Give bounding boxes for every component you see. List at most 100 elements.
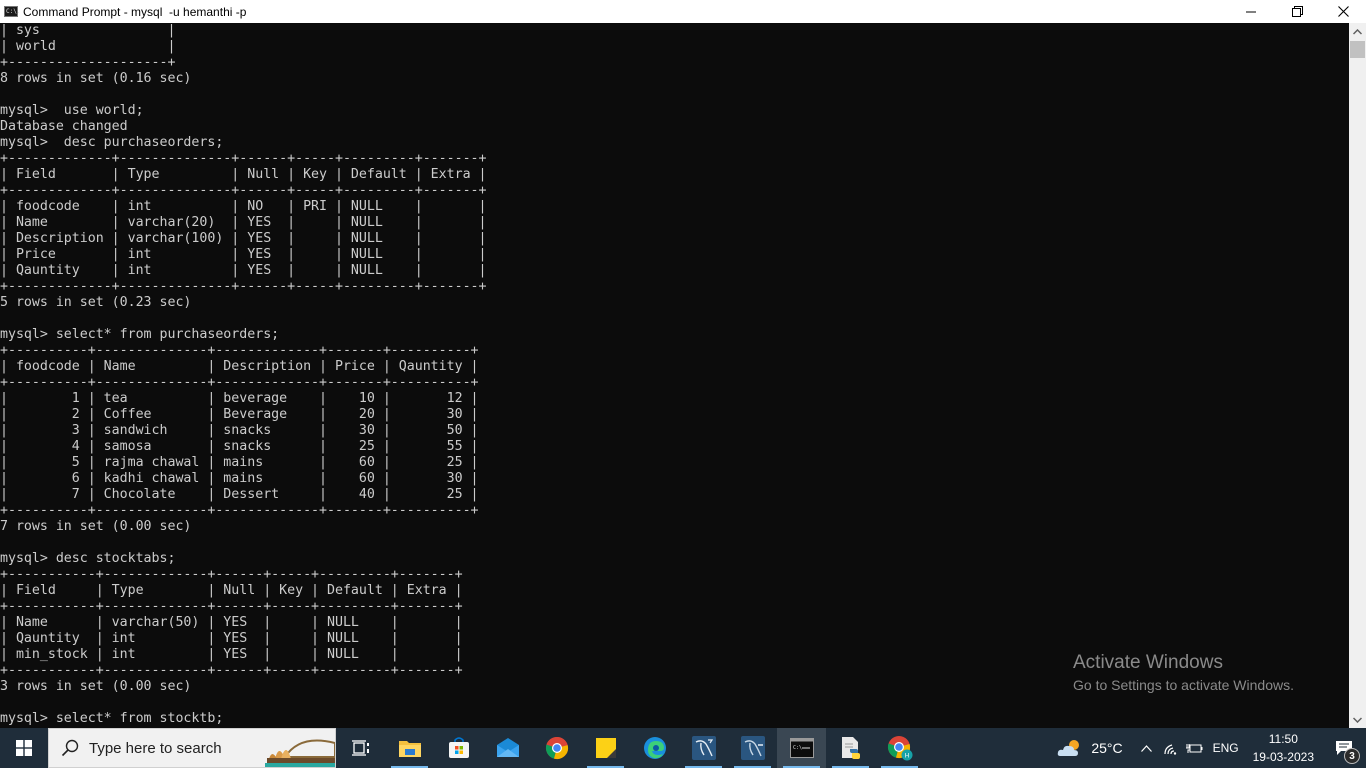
- window-title: Command Prompt - mysql -u hemanthi -p: [23, 4, 247, 19]
- close-button[interactable]: [1320, 0, 1366, 23]
- folder-icon: [398, 741, 421, 757]
- minimize-icon: [1246, 11, 1256, 12]
- task-view-button[interactable]: [336, 728, 385, 768]
- task-view-icon: [351, 740, 369, 756]
- python-file-icon: [841, 737, 860, 759]
- notification-count-badge: 3: [1344, 748, 1360, 764]
- minimize-button[interactable]: [1228, 0, 1274, 23]
- clock[interactable]: 11:50 19-03-2023: [1245, 728, 1322, 768]
- console-line: | 6 | kadhi chawal | mains | 60 | 30 |: [0, 471, 479, 486]
- watermark-title: Activate Windows: [1073, 652, 1223, 673]
- console-line: +-------------+--------------+------+---…: [0, 183, 487, 198]
- svg-text:H: H: [904, 753, 909, 760]
- console-line: Database changed: [0, 119, 128, 134]
- console-line: +-------------+--------------+------+---…: [0, 279, 487, 294]
- taskbar-app-mysql-workbench[interactable]: [679, 728, 728, 768]
- console-line: | Description | varchar(100) | YES | | N…: [0, 231, 487, 246]
- taskbar-app-mysql-shell[interactable]: [728, 728, 777, 768]
- console-line: | foodcode | int | NO | PRI | NULL | |: [0, 199, 487, 214]
- console-line: | Field | Type | Null | Key | Default | …: [0, 167, 487, 182]
- weather-widget[interactable]: 25°C: [1043, 728, 1134, 768]
- console-line: | sys |: [0, 23, 176, 38]
- windows-logo-icon: [16, 740, 32, 756]
- clock-time: 11:50: [1268, 732, 1298, 746]
- console-line: | 7 | Chocolate | Dessert | 40 | 25 |: [0, 487, 479, 502]
- search-highlight-sydney-icon: [265, 739, 335, 767]
- network-button[interactable]: [1159, 728, 1183, 768]
- mysql-shell-icon: [740, 736, 765, 760]
- close-icon: [1337, 6, 1349, 17]
- notification-center-button[interactable]: 3: [1322, 728, 1366, 768]
- store-icon: [448, 737, 469, 758]
- search-placeholder: Type here to search: [89, 739, 222, 757]
- svg-text:C:\: C:\: [793, 745, 802, 751]
- clock-date: 19-03-2023: [1252, 750, 1314, 764]
- title-bar[interactable]: C:\. Command Prompt - mysql -u hemanthi …: [0, 0, 1366, 23]
- console-line: 8 rows in set (0.16 sec): [0, 71, 192, 86]
- battery-button[interactable]: [1183, 728, 1207, 768]
- scroll-up-button[interactable]: [1349, 23, 1366, 40]
- taskbar-app-sticky-notes[interactable]: [581, 728, 630, 768]
- console-line: | 4 | samosa | snacks | 25 | 55 |: [0, 439, 479, 454]
- console-line: +-----------+-------------+------+-----+…: [0, 567, 463, 582]
- console-line: | 3 | sandwich | snacks | 30 | 50 |: [0, 423, 479, 438]
- chrome-icon: [545, 736, 568, 760]
- taskbar-app-file-explorer[interactable]: [385, 728, 434, 768]
- cmd-icon: C:\: [789, 738, 814, 758]
- chevron-up-icon: [1353, 28, 1362, 35]
- activate-windows-watermark: Activate Windows Go to Settings to activ…: [1073, 651, 1294, 695]
- console-line: | 2 | Coffee | Beverage | 20 | 30 |: [0, 407, 479, 422]
- taskbar-app-chrome[interactable]: [532, 728, 581, 768]
- taskbar-app-microsoft-store[interactable]: [434, 728, 483, 768]
- language-indicator[interactable]: ENG: [1207, 728, 1245, 768]
- watermark-subtitle: Go to Settings to activate Windows.: [1073, 677, 1294, 693]
- edge-icon: [643, 737, 666, 759]
- console-line: +----------+--------------+-------------…: [0, 503, 479, 518]
- chevron-up-icon: [1141, 744, 1153, 752]
- console-line: mysql> select* from purchaseorders;: [0, 327, 280, 342]
- console-line: mysql> desc purchaseorders;: [0, 135, 224, 150]
- restore-button[interactable]: [1274, 0, 1320, 23]
- taskbar-search-box[interactable]: Type here to search: [48, 728, 336, 768]
- language-label: ENG: [1212, 741, 1239, 755]
- taskbar-app-command-prompt[interactable]: C:\: [777, 728, 826, 768]
- console-output[interactable]: | sys | | world | +--------------------+ 8 …: [0, 23, 1349, 728]
- mail-icon: [496, 738, 519, 757]
- console-line: +--------------------+: [0, 55, 176, 70]
- restore-icon: [1291, 6, 1303, 17]
- wifi-icon: [1163, 744, 1176, 755]
- system-tray: 25°C ENG 11:50 19-03-2023 3: [1043, 728, 1366, 768]
- console-line: | Qauntity | int | YES | | NULL | |: [0, 631, 463, 646]
- console-line: | world |: [0, 39, 176, 54]
- scrollbar-thumb[interactable]: [1350, 41, 1365, 58]
- start-button[interactable]: [0, 728, 48, 768]
- console-line: +-------------+--------------+------+---…: [0, 151, 487, 166]
- console-line: +-----------+-------------+------+-----+…: [0, 599, 463, 614]
- search-icon: [61, 739, 79, 757]
- console-line: +----------+--------------+-------------…: [0, 343, 479, 358]
- console-line: | Name | varchar(50) | YES | | NULL | |: [0, 615, 463, 630]
- console-text: | sys | | world | +--------------------+ 8 …: [0, 23, 1349, 727]
- console-line: mysql> use world;: [0, 103, 144, 118]
- scroll-down-button[interactable]: [1349, 711, 1366, 728]
- taskbar-app-python-file[interactable]: [826, 728, 875, 768]
- taskbar-app-chrome-profile[interactable]: H: [875, 728, 924, 768]
- console-line: | Price | int | YES | | NULL | |: [0, 247, 487, 262]
- chevron-down-icon: [1353, 716, 1362, 723]
- vertical-scrollbar[interactable]: [1349, 23, 1366, 728]
- window-controls: [1228, 0, 1366, 23]
- taskbar-app-edge[interactable]: [630, 728, 679, 768]
- taskbar-app-mail[interactable]: [483, 728, 532, 768]
- weather-temperature: 25°C: [1091, 740, 1123, 756]
- battery-charging-icon: [1186, 744, 1203, 753]
- console-line: | foodcode | Name | Description | Price …: [0, 359, 479, 374]
- chrome-profile-icon: H: [887, 736, 912, 761]
- cmd-icon: C:\.: [4, 6, 20, 17]
- console-line: | 1 | tea | beverage | 10 | 12 |: [0, 391, 479, 406]
- weather-cloudy-sun-icon: [1058, 740, 1080, 756]
- show-hidden-icons-button[interactable]: [1135, 728, 1159, 768]
